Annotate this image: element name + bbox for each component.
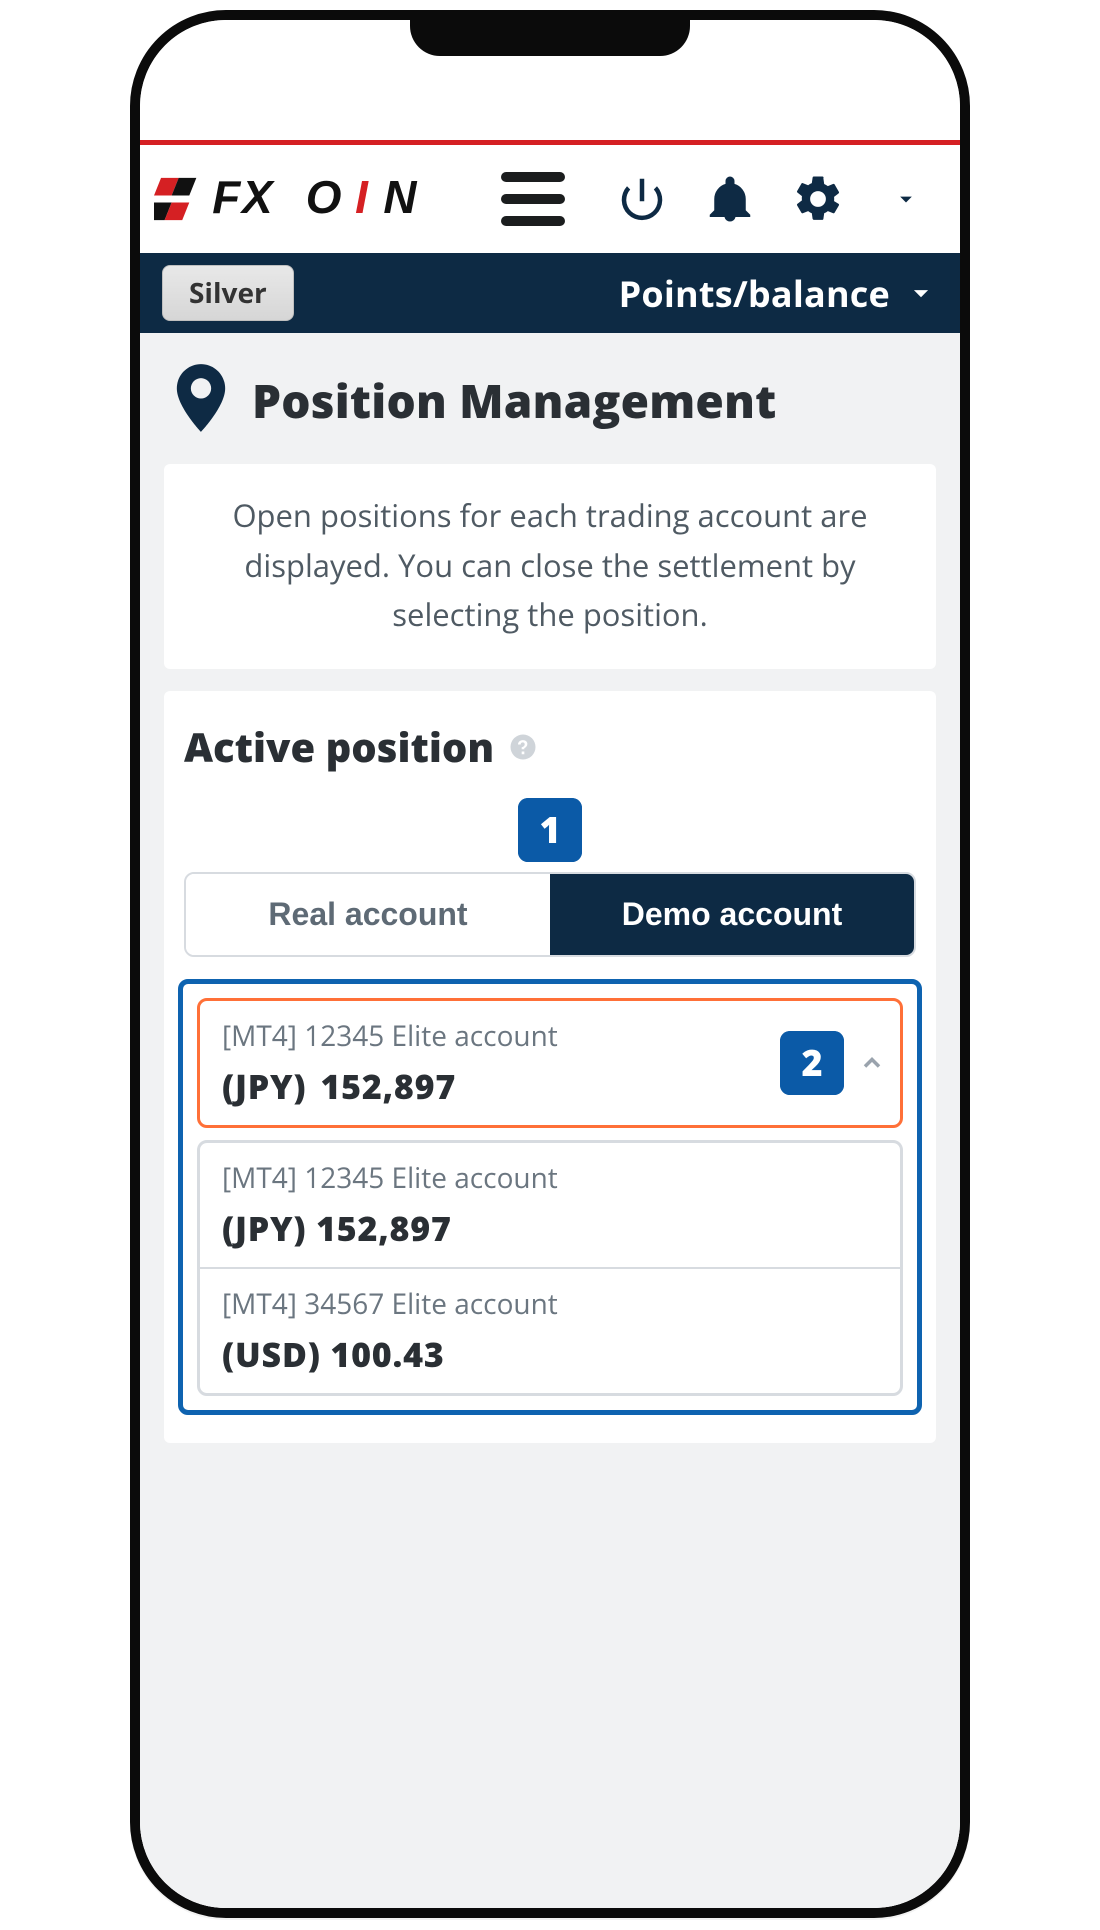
points-balance-label: Points/balance bbox=[619, 269, 890, 318]
step-badge-1: 1 bbox=[518, 798, 582, 862]
svg-text:N: N bbox=[383, 171, 418, 223]
intro-card: Open positions for each trading account … bbox=[164, 464, 936, 669]
location-pin-icon bbox=[172, 363, 230, 438]
step-badge-2: 2 bbox=[780, 1031, 844, 1095]
active-position-card: Active position 1 Real account Demo acco… bbox=[164, 691, 936, 1443]
appbar-actions bbox=[612, 169, 936, 229]
menu-icon-bar bbox=[501, 194, 565, 204]
chevron-down-icon bbox=[892, 185, 920, 213]
account-type-tabs: Real account Demo account bbox=[184, 872, 916, 957]
help-icon[interactable] bbox=[508, 719, 538, 774]
app-bar: FX O N I bbox=[140, 145, 960, 253]
tier-badge: Silver bbox=[162, 265, 294, 321]
phone-notch bbox=[410, 18, 690, 56]
phone-frame: FX O N I bbox=[130, 10, 970, 1918]
intro-text: Open positions for each trading account … bbox=[200, 492, 900, 641]
power-button[interactable] bbox=[612, 169, 672, 229]
account-option[interactable]: [MT4] 34567 Elite account (USD) 100.43 bbox=[200, 1267, 900, 1393]
fxon-logo-icon: FX O N I bbox=[154, 169, 454, 229]
points-balance-toggle[interactable]: Points/balance bbox=[619, 269, 938, 318]
brand-logo[interactable]: FX O N I bbox=[154, 169, 454, 229]
chevron-up-icon bbox=[858, 1049, 886, 1077]
svg-text:FX: FX bbox=[212, 171, 275, 223]
svg-text:O: O bbox=[306, 171, 343, 223]
notifications-button[interactable] bbox=[700, 169, 760, 229]
account-dropdown-list: [MT4] 12345 Elite account (JPY) 152,897 … bbox=[197, 1140, 903, 1396]
page-title-text: Position Management bbox=[252, 370, 776, 432]
menu-button[interactable] bbox=[501, 167, 565, 231]
active-position-heading: Active position bbox=[184, 719, 916, 774]
selected-account[interactable]: [MT4] 12345 Elite account (JPY) 152,897 … bbox=[197, 998, 903, 1128]
menu-icon-bar bbox=[501, 172, 565, 182]
selected-account-right: 2 bbox=[780, 1031, 886, 1095]
svg-text:I: I bbox=[355, 171, 369, 223]
power-icon bbox=[615, 172, 669, 226]
gear-icon bbox=[791, 172, 845, 226]
menu-icon-bar bbox=[501, 216, 565, 226]
app-screen: FX O N I bbox=[140, 20, 960, 1908]
account-selector-group: [MT4] 12345 Elite account (JPY) 152,897 … bbox=[178, 979, 922, 1415]
page-content: Position Management Open positions for e… bbox=[140, 333, 960, 1908]
settings-button[interactable] bbox=[788, 169, 848, 229]
step-badge-1-wrap: 1 bbox=[184, 798, 916, 862]
settings-caret[interactable] bbox=[876, 169, 936, 229]
account-status-bar: Silver Points/balance bbox=[140, 253, 960, 333]
page-title: Position Management bbox=[164, 357, 936, 442]
tab-real-account[interactable]: Real account bbox=[186, 874, 550, 955]
account-option[interactable]: [MT4] 12345 Elite account (JPY) 152,897 bbox=[200, 1143, 900, 1267]
bell-icon bbox=[703, 172, 757, 226]
chevron-down-icon bbox=[904, 276, 938, 310]
tab-demo-account[interactable]: Demo account bbox=[550, 874, 914, 955]
